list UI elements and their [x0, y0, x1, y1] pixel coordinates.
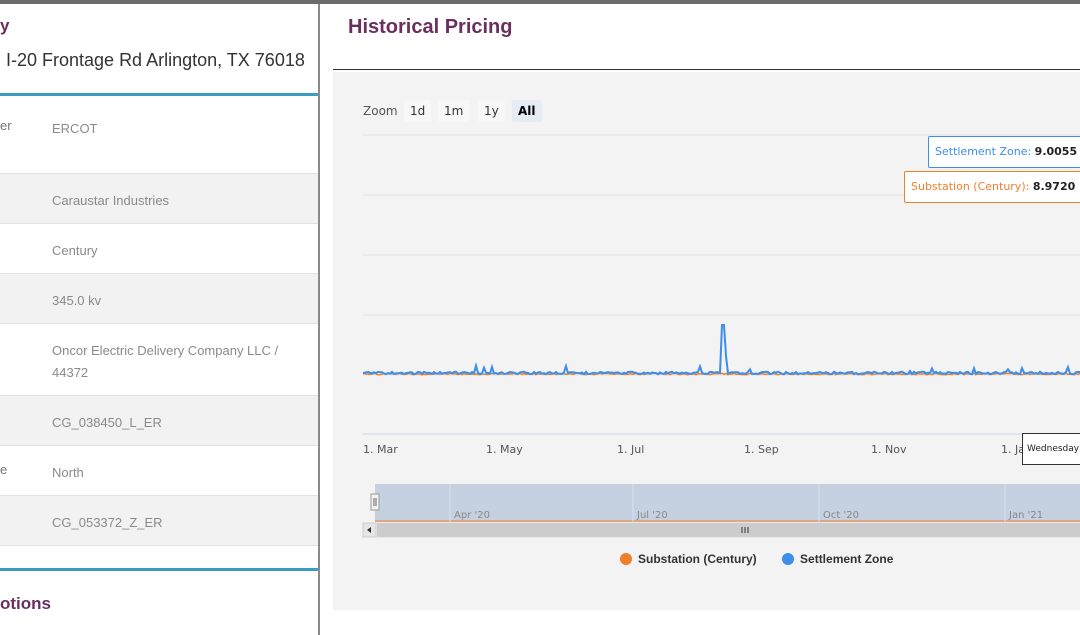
legend-item-substation[interactable]: Substation (Century) [620, 552, 757, 566]
series-line-settlement-zone [363, 324, 1080, 376]
date-tooltip: Wednesday [1022, 433, 1080, 465]
x-tick-label: 1. Sep [744, 443, 779, 456]
tooltip-label: Settlement Zone [935, 145, 1028, 158]
tooltip-label: Substation (Century) [911, 180, 1026, 193]
legend-dot-icon [620, 553, 632, 565]
navigator-scrollbar[interactable] [362, 522, 1080, 538]
x-axis-labels: 1. Mar 1. May 1. Jul 1. Sep 1. Nov 1. Ja [363, 443, 1025, 456]
navigator[interactable]: Apr '20 Jul '20 Oct '20 Jan '21 [370, 484, 1080, 522]
navigator-label: Apr '20 [454, 510, 490, 521]
navigator-label: Oct '20 [823, 510, 859, 521]
scrollbar-thumb [377, 523, 1080, 537]
chart-legend: Substation (Century) Settlement Zone [620, 552, 915, 566]
x-tick-label: 1. Jul [617, 443, 644, 456]
x-tick-label: 1. Mar [363, 443, 398, 456]
tooltip-value: 8.9720 [1032, 180, 1076, 193]
navigator-left-handle [370, 493, 380, 511]
tooltip-substation: Substation (Century): 8.9720 [904, 171, 1080, 203]
tooltip-value: 9.0055 [1034, 145, 1078, 158]
x-tick-label: 1. Nov [871, 443, 907, 456]
legend-label: Substation (Century) [638, 552, 757, 566]
legend-item-settlement-zone[interactable]: Settlement Zone [782, 552, 893, 566]
legend-label: Settlement Zone [800, 552, 894, 566]
x-tick-label: 1. May [486, 443, 523, 456]
navigator-label: Jan '21 [1008, 510, 1043, 521]
tooltip-settlement-zone: Settlement Zone: 9.0055 [928, 136, 1080, 168]
navigator-label: Jul '20 [636, 510, 668, 521]
price-chart[interactable]: 1. Mar 1. May 1. Jul 1. Sep 1. Nov 1. Ja… [0, 0, 1080, 635]
legend-dot-icon [782, 553, 795, 565]
